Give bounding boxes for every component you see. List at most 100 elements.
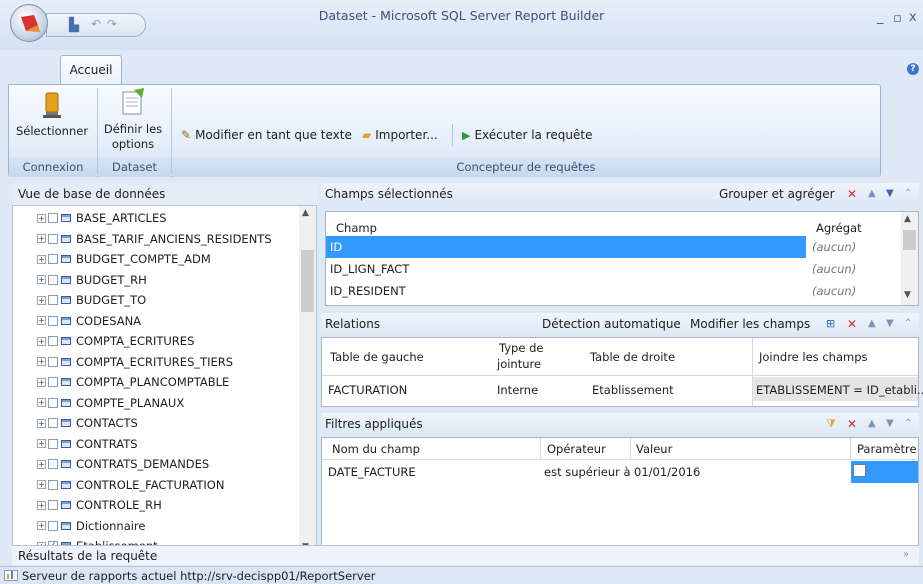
delete-relation-icon[interactable]: ✕ (847, 313, 857, 335)
parameter-checkbox[interactable] (853, 464, 866, 477)
importer-button[interactable]: ▰ Importer... (362, 128, 438, 142)
auto-detect-button[interactable]: Détection automatique (542, 313, 681, 335)
expand-icon[interactable]: + (37, 480, 46, 489)
help-icon[interactable]: ? (907, 63, 919, 75)
expand-icon[interactable]: + (37, 500, 46, 510)
fields-scrollbar[interactable]: ▲ ▼ (901, 212, 918, 305)
expand-icon[interactable]: + (37, 336, 46, 346)
expand-icon[interactable]: + (37, 439, 46, 448)
expand-icon[interactable]: + (37, 213, 46, 223)
table-checkbox[interactable] (48, 315, 58, 326)
filter-value-cell[interactable]: 01/01/2016 (634, 465, 700, 479)
rel-join-cell[interactable]: ETABLISSEMENT = ID_etabli... (756, 383, 923, 397)
expand-icon[interactable]: + (37, 254, 46, 264)
tree-item[interactable]: + BUDGET_COMPTE_ADM (37, 249, 211, 269)
tree-scroll-thumb[interactable] (301, 250, 314, 312)
results-bar[interactable]: Résultats de la requête » (12, 545, 919, 565)
table-checkbox[interactable] (48, 274, 58, 285)
scroll-up-icon[interactable]: ▲ (904, 214, 911, 224)
fields-scroll-thumb[interactable] (903, 230, 916, 250)
tab-accueil[interactable]: Accueil (60, 55, 122, 85)
expand-icon[interactable]: + (37, 521, 46, 530)
move-up-icon[interactable]: ▲ (868, 413, 876, 435)
expand-icon[interactable]: + (37, 316, 46, 325)
table-checkbox[interactable] (48, 233, 58, 244)
tree-item[interactable]: + COMPTE_PLANAUX (37, 393, 184, 413)
expand-icon[interactable]: + (37, 357, 46, 366)
modify-fields-button[interactable]: Modifier les champs (690, 313, 810, 335)
definir-options-button[interactable]: Définir les options (100, 88, 166, 152)
table-checkbox[interactable] (48, 356, 58, 367)
group-aggregate-button[interactable]: Grouper et agréger (719, 183, 835, 205)
restore-button[interactable]: ▫ (893, 11, 902, 26)
table-checkbox[interactable] (48, 377, 58, 387)
move-down-icon[interactable]: ▼ (886, 183, 894, 205)
rel-type-cell[interactable]: Interne (497, 383, 538, 397)
tree-item[interactable]: + BUDGET_RH (37, 270, 147, 290)
expand-icon[interactable]: + (37, 418, 46, 428)
table-checkbox[interactable] (48, 397, 58, 408)
expand-icon[interactable]: + (37, 377, 46, 387)
filter-operator-cell[interactable]: est supérieur à (544, 465, 631, 479)
table-checkbox[interactable] (48, 213, 58, 223)
tree-item[interactable]: + COMPTA_ECRITURES_TIERS (37, 352, 233, 372)
move-up-icon[interactable]: ▲ (868, 183, 876, 205)
move-up-icon[interactable]: ▲ (868, 313, 876, 335)
close-button[interactable]: x (909, 10, 917, 25)
rel-left-cell[interactable]: FACTURATION (328, 383, 407, 397)
importer-label: Importer... (375, 128, 438, 142)
tree-item[interactable]: + BUDGET_TO (37, 290, 146, 310)
selectionner-button[interactable]: Sélectionner (12, 92, 92, 139)
delete-filter-icon[interactable]: ✕ (847, 413, 857, 435)
tree-scrollbar[interactable]: ▲ ▼ (299, 206, 316, 557)
collapse-icon[interactable]: ⌃ (904, 183, 912, 205)
table-checkbox[interactable] (48, 254, 58, 264)
table-checkbox[interactable] (48, 520, 58, 531)
delete-field-icon[interactable]: ✕ (847, 183, 857, 205)
move-down-icon[interactable]: ▼ (886, 413, 894, 435)
minimize-button[interactable]: _ (877, 10, 884, 25)
expand-icon[interactable]: + (37, 295, 46, 305)
field-name-cell[interactable]: ID (330, 240, 342, 254)
table-checkbox[interactable] (48, 336, 58, 346)
tree-item[interactable]: + COMPTA_PLANCOMPTABLE (37, 372, 229, 392)
tree-item[interactable]: + CONTRATS_DEMANDES (37, 454, 209, 474)
collapse-icon[interactable]: ⌃ (904, 413, 912, 435)
expand-icon[interactable]: + (37, 234, 46, 243)
field-name-cell[interactable]: ID_LIGN_FACT (330, 262, 409, 276)
collapse-icon[interactable]: ⌃ (904, 313, 912, 335)
expand-icon[interactable]: + (37, 398, 46, 407)
tree-item[interactable]: + BASE_TARIF_ANCIENS_RESIDENTS (37, 229, 272, 249)
tree-item[interactable]: + CONTROLE_RH (37, 495, 162, 515)
filter-name-cell[interactable]: DATE_FACTURE (328, 465, 416, 479)
table-checkbox[interactable] (48, 459, 58, 469)
field-aggregate-cell[interactable]: (aucun) (812, 240, 856, 254)
modifier-texte-button[interactable]: ✎ Modifier en tant que texte (181, 128, 352, 142)
field-name-cell[interactable]: ID_RESIDENT (330, 284, 406, 298)
table-checkbox[interactable] (48, 418, 58, 428)
move-down-icon[interactable]: ▼ (886, 313, 894, 335)
tree-item[interactable]: + BASE_ARTICLES (37, 208, 167, 228)
tree-item[interactable]: + COMPTA_ECRITURES (37, 331, 194, 351)
expand-results-icon[interactable]: » (903, 549, 909, 560)
expand-icon[interactable]: + (37, 459, 46, 469)
executer-requete-button[interactable]: ▶ Exécuter la requête (462, 128, 592, 142)
scroll-down-icon[interactable]: ▼ (904, 290, 911, 300)
field-aggregate-cell[interactable]: (aucun) (812, 262, 856, 276)
tree-item[interactable]: + Dictionnaire (37, 516, 145, 536)
tree-item[interactable]: + CODESANA (37, 311, 141, 331)
table-checkbox[interactable] (48, 500, 58, 510)
tree-item[interactable]: + CONTRATS (37, 434, 138, 454)
table-checkbox[interactable] (48, 479, 58, 490)
tree-item-label: BUDGET_TO (76, 293, 147, 307)
add-relation-icon[interactable]: ⊞ (826, 313, 835, 335)
add-filter-icon[interactable]: ⧩ (826, 413, 836, 435)
table-checkbox[interactable] (48, 438, 58, 449)
expand-icon[interactable]: + (37, 275, 46, 284)
scroll-up-icon[interactable]: ▲ (302, 208, 309, 218)
tree-item[interactable]: + CONTACTS (37, 413, 138, 433)
table-checkbox[interactable] (48, 295, 58, 305)
field-aggregate-cell[interactable]: (aucun) (812, 284, 856, 298)
rel-right-cell[interactable]: Etablissement (592, 383, 674, 397)
tree-item[interactable]: + CONTROLE_FACTURATION (37, 475, 224, 495)
